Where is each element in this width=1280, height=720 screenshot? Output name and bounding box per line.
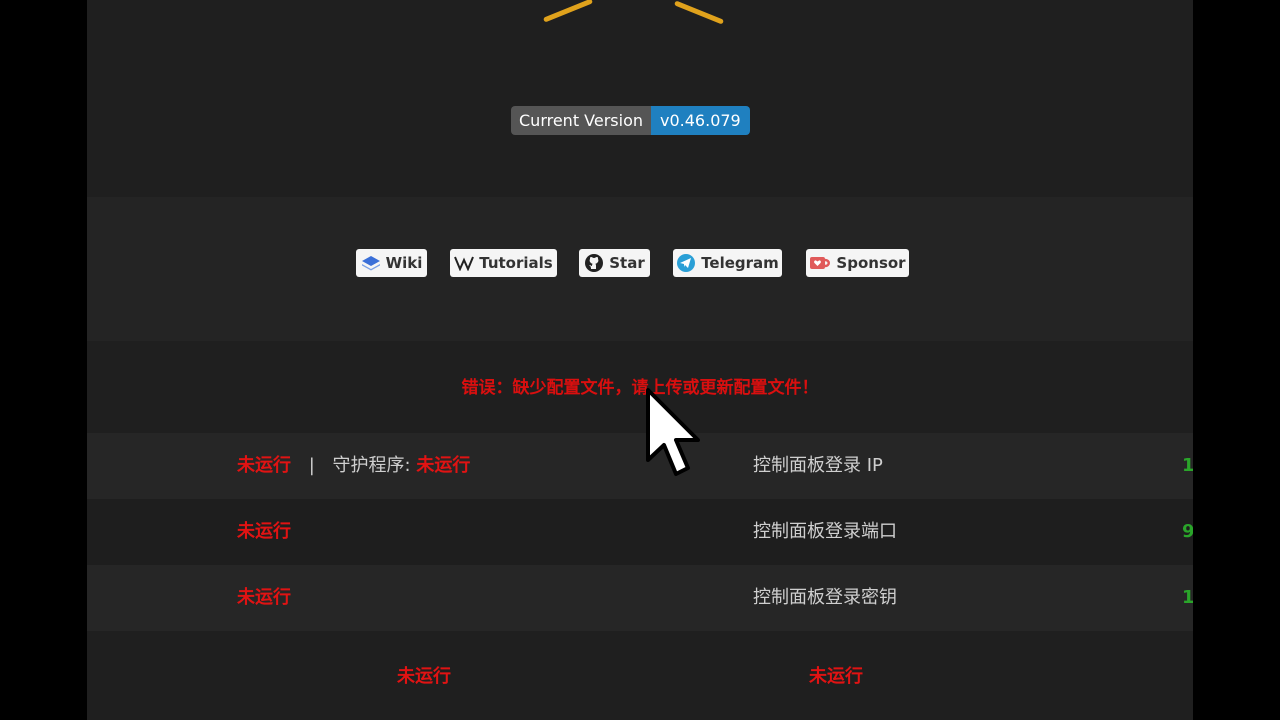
panel-login-ip-value: 1 (1182, 455, 1193, 476)
tutorials-label: Tutorials (479, 254, 553, 272)
star-label: Star (609, 254, 645, 272)
daemon-status: 未运行 (416, 455, 471, 476)
mouse-pointer-icon (646, 388, 700, 476)
sponsor-button[interactable]: Sponsor (806, 249, 909, 277)
core-status: 未运行 (237, 455, 291, 476)
bottom-right-status: 未运行 (809, 666, 863, 687)
panel-login-key-label: 控制面板登录密钥 (753, 587, 897, 608)
panel-login-key-value: 1 (1182, 587, 1193, 608)
panel-login-ip-label: 控制面板登录 IP (753, 455, 883, 476)
status-row: 未运行 控制面板登录密钥 1 (87, 565, 1193, 631)
separator: | (308, 455, 315, 476)
config-error-message: 错误：缺少配置文件，请上传或更新配置文件！ (461, 378, 819, 398)
app-screen: Current Version v0.46.079 Wiki Tutorials… (87, 0, 1193, 720)
telegram-icon (676, 253, 696, 273)
tutorials-button[interactable]: Tutorials (450, 249, 557, 277)
row3-status: 未运行 (237, 587, 291, 608)
version-value: v0.46.079 (651, 106, 750, 135)
links-band: Wiki Tutorials Star Telegram Sponsor (87, 197, 1193, 341)
version-label: Current Version (511, 106, 652, 135)
telegram-label: Telegram (701, 254, 779, 272)
layers-icon (361, 255, 381, 271)
bottom-status-row: 未运行 未运行 (87, 631, 1193, 720)
wiki-label: Wiki (385, 254, 423, 272)
link-buttons: Wiki Tutorials Star Telegram Sponsor (87, 249, 1193, 277)
status-row: 未运行 | 守护程序: 未运行 控制面板登录 IP 1 (87, 433, 1193, 499)
logo-left-stroke (542, 0, 594, 23)
bottom-left-status: 未运行 (397, 666, 451, 687)
telegram-button[interactable]: Telegram (673, 249, 782, 277)
status-row: 未运行 控制面板登录端口 9 (87, 499, 1193, 565)
panel-login-port-label: 控制面板登录端口 (753, 521, 897, 542)
daemon-label: 守护程序: (332, 455, 411, 476)
sponsor-label: Sponsor (836, 254, 906, 272)
wiki-button[interactable]: Wiki (356, 249, 427, 277)
star-button[interactable]: Star (579, 249, 650, 277)
core-status-cell: 未运行 | 守护程序: 未运行 (237, 433, 470, 499)
row2-status: 未运行 (237, 521, 291, 542)
panel-login-port-value: 9 (1182, 521, 1193, 542)
logo-right-stroke (673, 0, 725, 25)
kofi-cup-icon (809, 254, 831, 272)
version-badge: Current Version v0.46.079 (511, 106, 750, 135)
github-icon (584, 253, 604, 273)
wikipedia-icon (454, 255, 475, 271)
